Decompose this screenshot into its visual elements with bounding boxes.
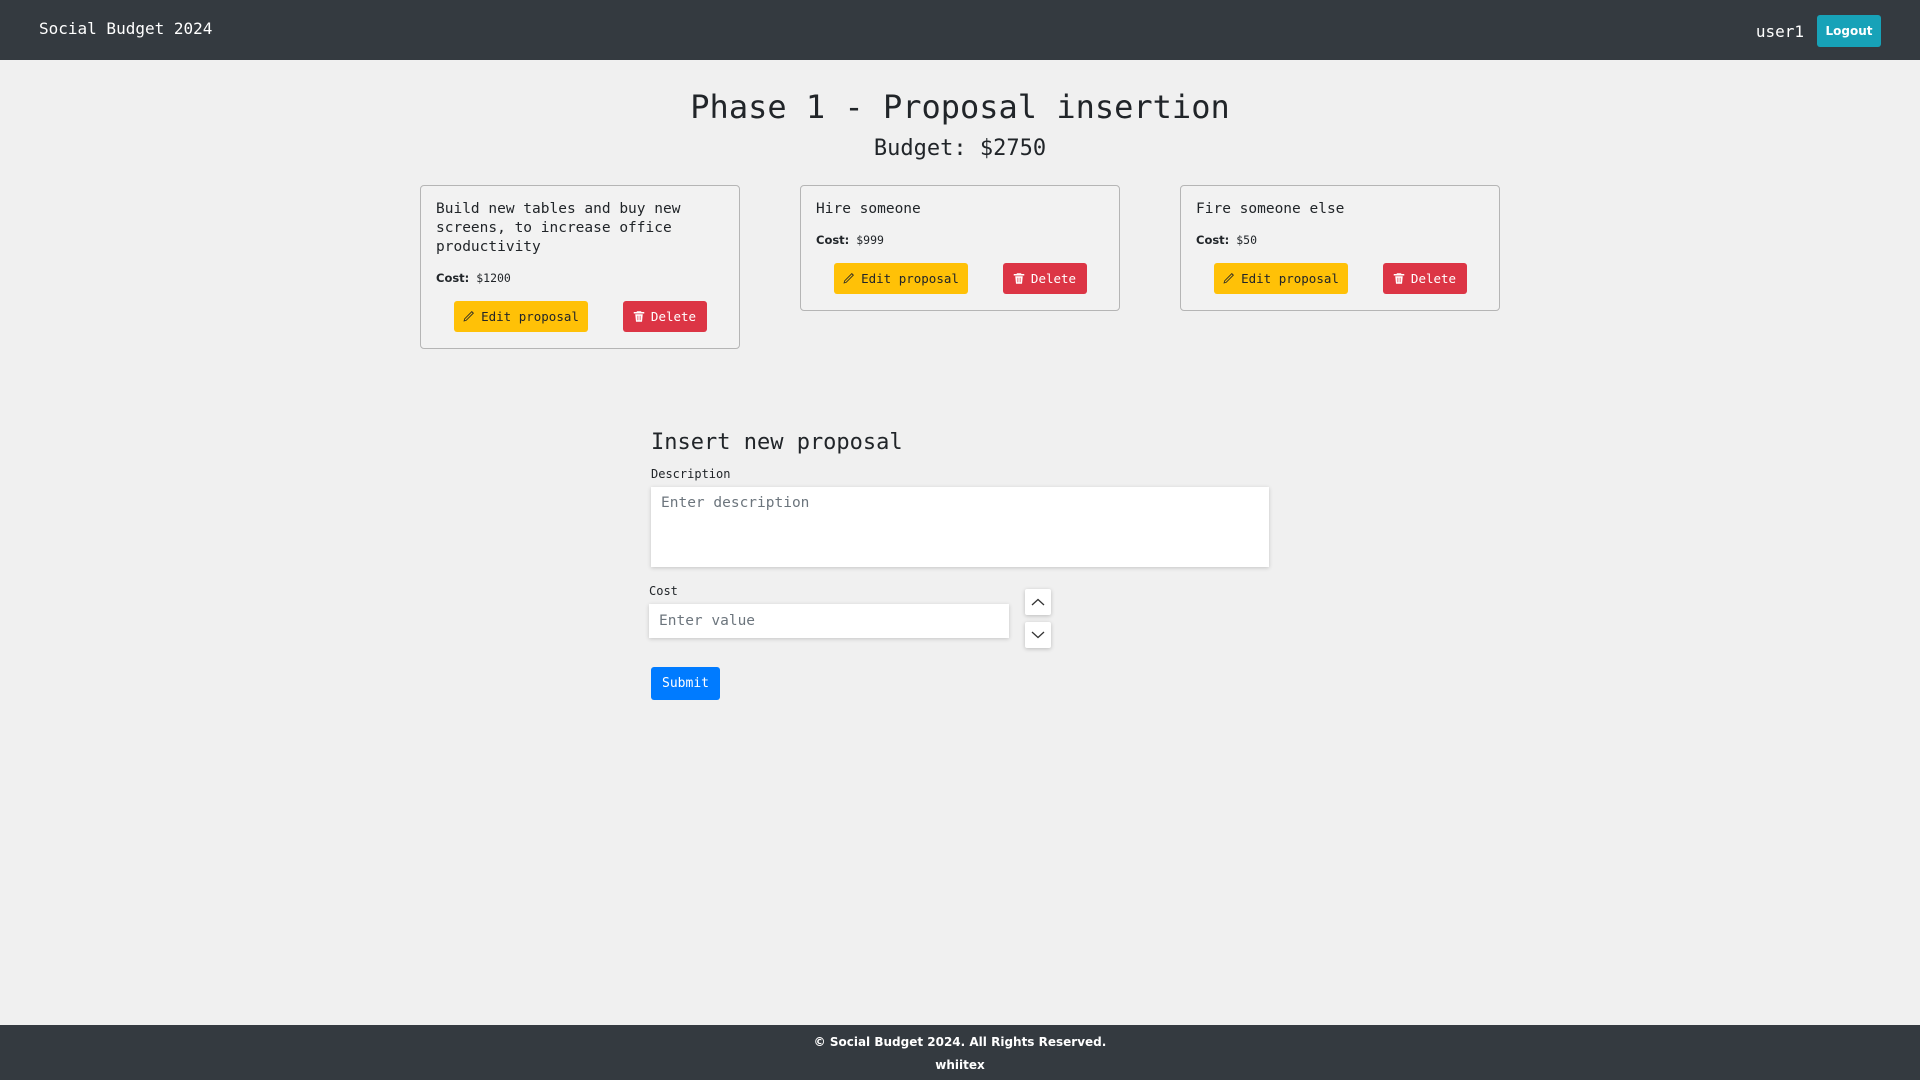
cost-value: $50 bbox=[1236, 233, 1258, 247]
cost-label: Cost: bbox=[436, 271, 470, 285]
cost-value: $1200 bbox=[476, 271, 511, 285]
delete-button[interactable]: Delete bbox=[1002, 263, 1087, 294]
increment-button[interactable] bbox=[1025, 589, 1051, 615]
cost-label: Cost: bbox=[816, 233, 850, 247]
pencil-icon bbox=[843, 273, 855, 284]
footer-copyright: © Social Budget 2024. All Rights Reserve… bbox=[813, 1035, 1107, 1049]
chevron-down-icon bbox=[1031, 631, 1045, 639]
proposal-actions: Edit proposal Delete bbox=[1196, 263, 1484, 294]
edit-proposal-button[interactable]: Edit proposal bbox=[833, 263, 968, 294]
proposal-description: Hire someone bbox=[816, 201, 921, 217]
edit-proposal-button[interactable]: Edit proposal bbox=[453, 301, 588, 332]
edit-label: Edit proposal bbox=[481, 309, 579, 324]
proposal-card: Hire someone Cost: $999 Edit proposal De… bbox=[800, 185, 1120, 311]
logout-button[interactable]: Logout bbox=[1817, 15, 1881, 47]
proposal-cost: Cost: $50 bbox=[1196, 233, 1484, 247]
proposal-description: Build new tables and buy new screens, to… bbox=[436, 201, 681, 255]
proposal-card: Build new tables and buy new screens, to… bbox=[420, 185, 740, 349]
proposal-actions: Edit proposal Delete bbox=[816, 263, 1104, 294]
cost-label: Cost: bbox=[1196, 233, 1230, 247]
proposal-actions: Edit proposal Delete bbox=[436, 301, 724, 332]
trash-icon bbox=[1393, 273, 1405, 284]
cost-value: $999 bbox=[856, 233, 884, 247]
edit-proposal-button[interactable]: Edit proposal bbox=[1213, 263, 1348, 294]
footer-author: whiitex bbox=[935, 1058, 985, 1072]
budget-total: Budget: $2750 bbox=[873, 136, 1047, 161]
proposal-description: Fire someone else bbox=[1196, 201, 1345, 217]
username: user1 bbox=[1755, 21, 1804, 41]
navbar: Social Budget 2024 user1 Logout bbox=[0, 0, 1920, 60]
footer: © Social Budget 2024. All Rights Reserve… bbox=[0, 1025, 1920, 1080]
trash-icon bbox=[633, 311, 645, 322]
form-title: Insert new proposal bbox=[651, 430, 903, 455]
description-field[interactable] bbox=[651, 487, 1269, 567]
delete-label: Delete bbox=[1030, 271, 1077, 286]
submit-button[interactable]: Submit bbox=[651, 667, 720, 700]
delete-button[interactable]: Delete bbox=[1382, 263, 1467, 294]
proposal-card: Fire someone else Cost: $50 Edit proposa… bbox=[1180, 185, 1500, 311]
brand-title[interactable]: Social Budget 2024 bbox=[39, 19, 212, 38]
chevron-up-icon bbox=[1031, 598, 1045, 606]
description-label: Description bbox=[651, 467, 731, 481]
proposal-cost: Cost: $1200 bbox=[436, 271, 724, 285]
page-title: Phase 1 - Proposal insertion bbox=[690, 88, 1230, 126]
edit-label: Edit proposal bbox=[1241, 271, 1339, 286]
cost-input[interactable] bbox=[649, 604, 1009, 638]
delete-label: Delete bbox=[1410, 271, 1457, 286]
decrement-button[interactable] bbox=[1025, 622, 1051, 648]
pencil-icon bbox=[463, 311, 475, 322]
trash-icon bbox=[1013, 273, 1025, 284]
delete-button[interactable]: Delete bbox=[622, 301, 707, 332]
cost-field-label: Cost bbox=[649, 584, 678, 598]
edit-label: Edit proposal bbox=[861, 271, 959, 286]
pencil-icon bbox=[1223, 273, 1235, 284]
proposal-cost: Cost: $999 bbox=[816, 233, 1104, 247]
user-area: user1 Logout bbox=[1756, 15, 1881, 47]
delete-label: Delete bbox=[650, 309, 697, 324]
